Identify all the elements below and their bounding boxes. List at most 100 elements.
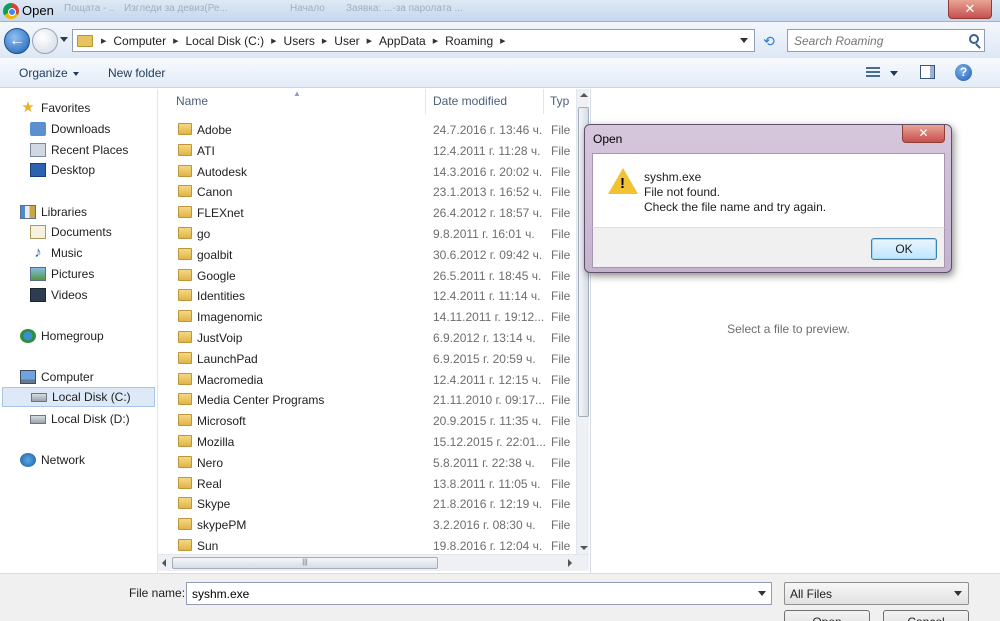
file-date-modified: 3.2.2016 г. 08:30 ч. xyxy=(433,518,536,533)
command-bar: Organize New folder ? xyxy=(0,58,1000,88)
breadcrumb-local-disk[interactable]: Local Disk (C:) xyxy=(182,34,267,48)
file-date-modified: 26.4.2012 г. 18:57 ч. xyxy=(433,206,543,221)
horizontal-scrollbar[interactable]: ||| xyxy=(158,554,589,571)
chevron-right-icon[interactable]: ▶ xyxy=(169,37,182,45)
file-row[interactable]: go 9.8.2011 г. 16:01 ч. File xyxy=(158,223,576,244)
file-row[interactable]: Macromedia 12.4.2011 г. 12:15 ч. File xyxy=(158,369,576,390)
error-dialog: Open ✕ syshm.exe File not found. Check t… xyxy=(584,124,952,273)
file-name-field[interactable] xyxy=(186,582,772,605)
file-row[interactable]: Imagenomic 14.11.2011 г. 19:12... File xyxy=(158,306,576,327)
file-type: File xyxy=(551,310,571,325)
cancel-button[interactable]: Cancel xyxy=(883,610,969,621)
nav-computer[interactable]: Computer xyxy=(0,367,157,387)
file-name-dropdown[interactable] xyxy=(758,591,766,596)
scroll-left-icon[interactable] xyxy=(162,559,166,567)
column-header-type[interactable]: Typ xyxy=(544,89,576,114)
file-row[interactable]: Skype 21.8.2016 г. 12:19 ч. File xyxy=(158,493,576,514)
file-row[interactable]: Sun 19.8.2016 г. 12:04 ч. File xyxy=(158,535,576,556)
file-row[interactable]: Real 13.8.2011 г. 11:05 ч. File xyxy=(158,473,576,494)
file-row[interactable]: FLEXnet 26.4.2012 г. 18:57 ч. File xyxy=(158,202,576,223)
nav-homegroup[interactable]: Homegroup xyxy=(0,326,157,346)
search-box[interactable] xyxy=(787,29,985,52)
scroll-right-icon[interactable] xyxy=(568,559,572,567)
nav-downloads[interactable]: Downloads xyxy=(0,119,157,139)
breadcrumb-computer[interactable]: Computer xyxy=(110,34,169,48)
dialog-close-button[interactable]: ✕ xyxy=(902,125,945,143)
search-icon[interactable] xyxy=(969,34,979,44)
address-bar[interactable]: ▶ Computer ▶ Local Disk (C:) ▶ Users ▶ U… xyxy=(72,29,755,52)
breadcrumb-users[interactable]: Users xyxy=(281,34,318,48)
file-name: Imagenomic xyxy=(197,310,263,325)
breadcrumb-roaming[interactable]: Roaming xyxy=(442,34,496,48)
nav-desktop[interactable]: Desktop xyxy=(0,160,157,180)
forward-button[interactable] xyxy=(32,28,58,54)
file-row[interactable]: Identities 12.4.2011 г. 11:14 ч. File xyxy=(158,285,576,306)
nav-local-disk-c[interactable]: Local Disk (C:) xyxy=(2,387,155,407)
address-history-dropdown[interactable] xyxy=(740,38,748,43)
file-name-input[interactable] xyxy=(187,583,747,604)
chevron-right-icon[interactable]: ▶ xyxy=(363,37,376,45)
views-dropdown[interactable] xyxy=(890,71,898,76)
chevron-right-icon[interactable]: ▶ xyxy=(429,37,442,45)
nav-videos[interactable]: Videos xyxy=(0,285,157,305)
file-row[interactable]: Media Center Programs 21.11.2010 г. 09:17… xyxy=(158,389,576,410)
file-row[interactable]: Nero 5.8.2011 г. 22:38 ч. File xyxy=(158,452,576,473)
recent-pages-dropdown[interactable] xyxy=(60,37,68,42)
nav-libraries[interactable]: Libraries xyxy=(0,202,157,222)
close-button[interactable]: ✕ xyxy=(948,0,992,19)
file-row[interactable]: Mozilla 15.12.2015 г. 22:01... File xyxy=(158,431,576,452)
chevron-right-icon[interactable]: ▶ xyxy=(318,37,331,45)
chevron-right-icon[interactable]: ▶ xyxy=(267,37,280,45)
file-row[interactable]: ATI 12.4.2011 г. 11:28 ч. File xyxy=(158,140,576,161)
nav-pictures[interactable]: Pictures xyxy=(0,264,157,284)
file-row[interactable]: goalbit 30.6.2012 г. 09:42 ч. File xyxy=(158,244,576,265)
new-folder-button[interactable]: New folder xyxy=(108,66,165,80)
file-row[interactable]: LaunchPad 6.9.2015 г. 20:59 ч. File xyxy=(158,348,576,369)
scroll-up-icon[interactable] xyxy=(580,93,588,97)
file-name: LaunchPad xyxy=(197,351,258,366)
file-row[interactable]: JustVoip 6.9.2012 г. 13:14 ч. File xyxy=(158,327,576,348)
column-header-date-modified[interactable]: Date modified xyxy=(426,89,544,114)
organize-button[interactable]: Organize xyxy=(19,66,79,80)
background-tab: Заявка: ...-за паролата ... xyxy=(346,3,463,14)
computer-icon xyxy=(20,370,36,384)
folder-icon xyxy=(178,164,192,177)
file-type: File xyxy=(551,268,571,283)
file-row[interactable]: Google 26.5.2011 г. 18:45 ч. File xyxy=(158,265,576,286)
file-type: File xyxy=(551,497,571,512)
scroll-down-icon[interactable] xyxy=(580,546,588,550)
nav-favorites[interactable]: ★ Favorites xyxy=(0,98,157,118)
file-row[interactable]: Canon 23.1.2013 г. 16:52 ч. File xyxy=(158,181,576,202)
file-row[interactable]: skypePM 3.2.2016 г. 08:30 ч. File xyxy=(158,514,576,535)
search-input[interactable] xyxy=(788,30,958,51)
breadcrumb-appdata[interactable]: AppData xyxy=(376,34,429,48)
open-button[interactable]: Open xyxy=(784,610,870,621)
scroll-thumb[interactable]: ||| xyxy=(172,557,438,569)
ok-button[interactable]: OK xyxy=(871,238,937,260)
file-row[interactable]: Adobe 24.7.2016 г. 13:46 ч. File xyxy=(158,119,576,140)
sort-ascending-icon: ▲ xyxy=(293,89,301,98)
chevron-right-icon[interactable]: ▶ xyxy=(496,37,509,45)
refresh-button[interactable]: ⟲ xyxy=(758,31,780,51)
nav-local-disk-d[interactable]: Local Disk (D:) xyxy=(0,409,157,429)
help-icon[interactable]: ? xyxy=(955,64,972,81)
folder-icon xyxy=(178,497,192,510)
breadcrumb-user[interactable]: User xyxy=(331,34,362,48)
back-button[interactable]: ← xyxy=(4,28,30,54)
nav-documents[interactable]: Documents xyxy=(0,222,157,242)
file-type: File xyxy=(551,518,571,533)
file-date-modified: 15.12.2015 г. 22:01... xyxy=(433,435,547,449)
preview-pane-icon[interactable] xyxy=(920,65,935,79)
views-icon[interactable] xyxy=(866,67,880,78)
nav-recent-places[interactable]: Recent Places xyxy=(0,140,157,160)
recent-places-icon xyxy=(30,143,46,157)
nav-network[interactable]: Network xyxy=(0,450,157,470)
file-row[interactable]: Microsoft 20.9.2015 г. 11:35 ч. File xyxy=(158,410,576,431)
nav-music[interactable]: ♪ Music xyxy=(0,243,157,263)
file-type-select[interactable]: All Files xyxy=(784,582,969,605)
column-header-name[interactable]: Name xyxy=(158,89,426,114)
folder-icon xyxy=(178,268,192,281)
file-row[interactable]: Autodesk 14.3.2016 г. 20:02 ч. File xyxy=(158,161,576,182)
chevron-right-icon[interactable]: ▶ xyxy=(97,37,110,45)
file-name: Mozilla xyxy=(197,435,235,449)
